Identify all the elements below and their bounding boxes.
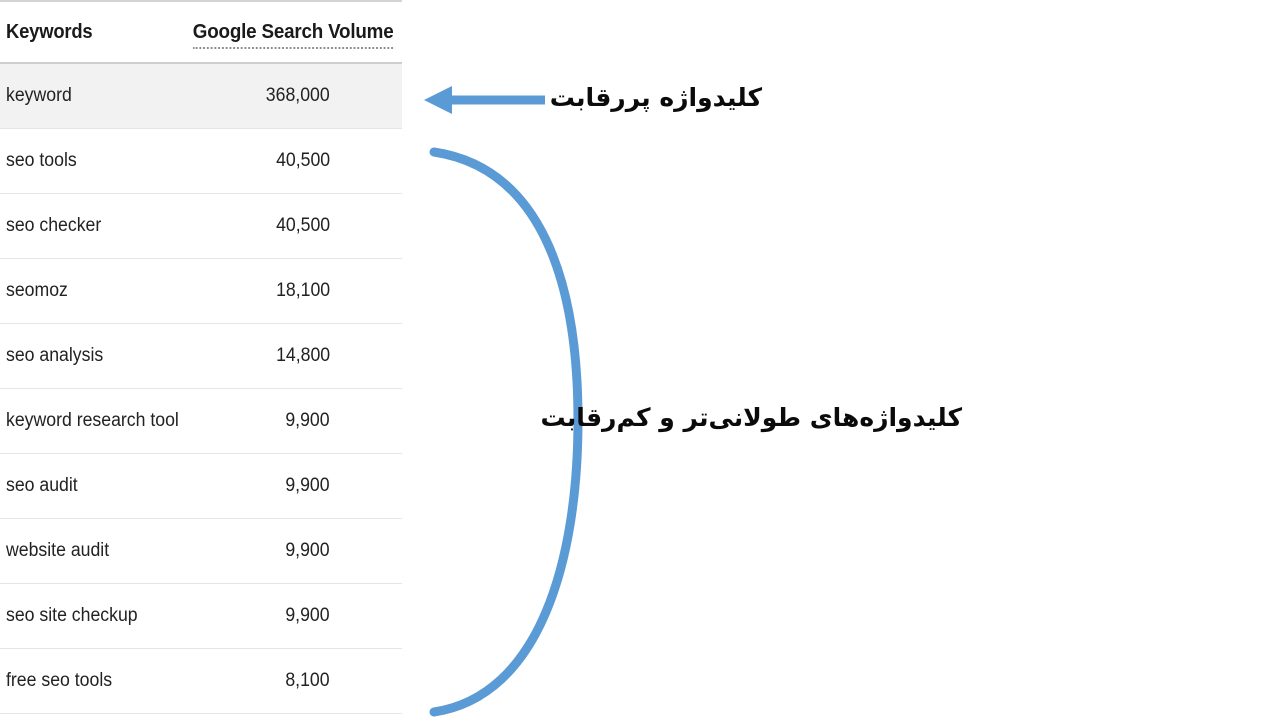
cell-keyword: seo analysis [6,345,104,366]
column-header-google-search-volume: Google Search Volume [192,21,393,49]
cell-search-volume: 9,900 [285,540,330,561]
table-row[interactable]: free seo tools 8,100 [0,649,402,714]
table-header-row: Keywords Google Search Volume [0,2,402,64]
table-row[interactable]: seo tools 40,500 [0,129,402,194]
annotation-high-competition-keyword: کلیدواژه پررقابت [549,83,762,112]
annotation-long-tail-keywords: کلیدواژه‌های طولانی‌تر و کم‌رقابت [540,403,962,432]
table-row[interactable]: website audit 9,900 [0,519,402,584]
table-row[interactable]: seo checker 40,500 [0,194,402,259]
table-row[interactable]: seo analysis 14,800 [0,324,402,389]
cell-search-volume: 9,900 [285,605,330,626]
cell-keyword: seomoz [6,280,68,301]
cell-keyword: free seo tools [6,670,113,691]
cell-search-volume: 14,800 [275,345,330,366]
cell-search-volume: 40,500 [275,150,330,171]
cell-keyword: keyword [6,85,72,106]
cell-keyword: seo checker [6,215,102,236]
cell-keyword: seo site checkup [6,605,138,626]
cell-search-volume: 9,900 [285,410,330,431]
column-header-keywords: Keywords [6,20,93,43]
keyword-volume-table: Keywords Google Search Volume keyword 36… [0,0,402,720]
table-row[interactable]: seomoz 18,100 [0,259,402,324]
cell-search-volume: 368,000 [266,85,330,106]
cell-keyword: website audit [6,540,110,561]
cell-keyword: keyword research tool [6,410,179,431]
curly-brace-icon [429,147,583,717]
cell-search-volume: 8,100 [285,670,330,691]
cell-keyword: seo audit [6,475,78,496]
table-row[interactable]: seo site checkup 9,900 [0,584,402,649]
table-row[interactable]: seo audit 9,900 [0,454,402,519]
left-arrow-icon [424,86,545,114]
cell-search-volume: 40,500 [275,215,330,236]
cell-keyword: seo tools [6,150,77,171]
cell-search-volume: 18,100 [275,280,330,301]
table-row[interactable]: keyword 368,000 [0,64,402,129]
cell-search-volume: 9,900 [285,475,330,496]
table-row[interactable]: keyword research tool 9,900 [0,389,402,454]
